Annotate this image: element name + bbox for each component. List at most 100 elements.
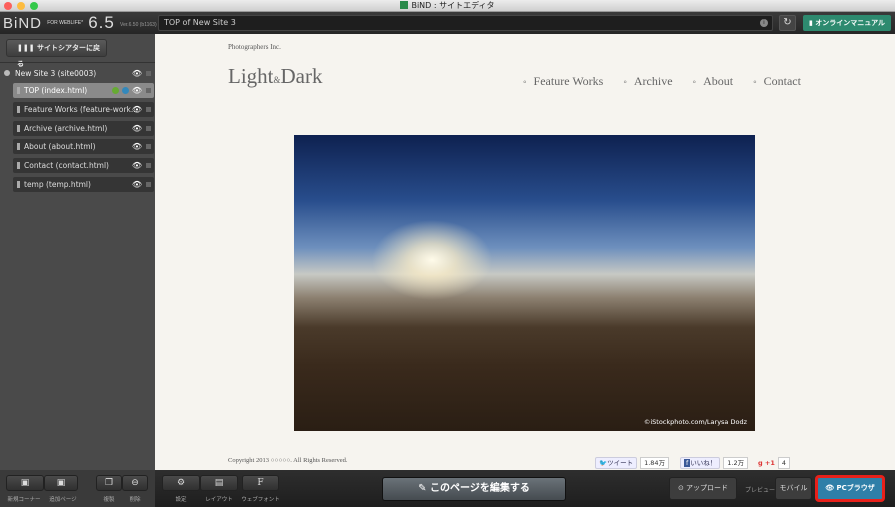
close-button[interactable] [4, 2, 12, 10]
checkbox[interactable] [146, 144, 151, 149]
gplus-widget[interactable]: g +1 4 [758, 457, 791, 469]
layout-icon: ▤ [214, 478, 224, 488]
eye-icon[interactable]: 👁 [132, 177, 142, 192]
window-title: BiND : サイトエディタ [411, 1, 495, 10]
info-icon[interactable]: i [760, 19, 768, 27]
gplus-button[interactable]: g +1 [758, 459, 775, 467]
duplicate-label: 複製 [103, 497, 115, 503]
divider [0, 62, 155, 63]
upload-label: アップロード [686, 484, 729, 492]
layout-label: レイアウト [205, 497, 233, 503]
like-label: いいね！ [690, 459, 717, 467]
like-widget[interactable]: f いいね！ 1.2万 [680, 457, 749, 469]
new-corner-icon: ▣ [20, 478, 30, 488]
page-item[interactable]: Feature Works (feature-work... 👁 [13, 102, 154, 117]
page-title-field[interactable]: TOP of New Site 3 i [158, 15, 773, 31]
font-icon: F [257, 478, 264, 488]
eye-icon[interactable]: 👁 [132, 102, 142, 117]
page-item[interactable]: About (about.html) 👁 [13, 139, 154, 154]
settings-button[interactable]: ⚙ [162, 475, 200, 491]
page-icon [17, 106, 20, 113]
copyright: Copyright 2013 ○○○○○. All Rights Reserve… [228, 457, 348, 464]
page-item[interactable]: Archive (archive.html) 👁 [13, 121, 154, 136]
eye-icon: 👁 [825, 484, 837, 492]
edit-page-label: このページを編集する [430, 483, 530, 494]
page-title-text: TOP of New Site 3 [164, 18, 236, 27]
title-bar: BiND : サイトエディタ [0, 0, 895, 12]
eye-icon[interactable]: 👁 [132, 139, 142, 154]
site-logo[interactable]: Light&Dark [228, 64, 323, 89]
checkbox[interactable] [146, 126, 151, 131]
eye-icon[interactable]: 👁 [132, 121, 142, 136]
site-label: New Site 3 (site0003) [15, 69, 97, 78]
page-label: temp (temp.html) [24, 180, 91, 189]
mobile-label: モバイル [779, 484, 808, 492]
status-green-icon [112, 87, 119, 94]
nav-contact[interactable]: Contact [753, 74, 801, 89]
back-to-site-theater-button[interactable]: ❚❚❚ サイトシアターに戻る [6, 39, 107, 68]
nav-feature-works[interactable]: Feature Works [523, 74, 604, 89]
hero-image: ©iStockphoto.com/Larysa Dodz [294, 135, 755, 431]
page-item[interactable]: Contact (contact.html) 👁 [13, 158, 154, 173]
toolbar: BiND FOR WEBLIFE* 6.5 Ver.6.50 (b1163) T… [0, 12, 895, 34]
pc-browser-preview-button[interactable]: 👁 PCブラウザ [815, 475, 885, 502]
page-item[interactable]: TOP (index.html) 👁 [13, 83, 154, 98]
site-dot-icon [4, 70, 10, 76]
minimize-button[interactable] [17, 2, 25, 10]
eye-icon[interactable]: 👁 [132, 158, 142, 173]
edit-icon: ✎ [418, 483, 431, 494]
eye-icon[interactable]: 👁 [132, 68, 142, 80]
delete-button[interactable]: ⊖ [122, 475, 148, 491]
logo-amp: & [273, 75, 281, 85]
gplus-icon: g [758, 459, 763, 467]
eye-icon[interactable]: 👁 [132, 83, 142, 98]
logo-sub: FOR WEBLIFE* [47, 20, 84, 26]
webfont-label: ウェブフォント [241, 497, 280, 503]
online-manual-button[interactable]: ▮ オンラインマニュアル [803, 15, 891, 31]
pc-browser-label: PCブラウザ [836, 484, 875, 492]
version: 6.5 [88, 13, 115, 32]
logo-text: BiND [3, 15, 43, 32]
add-page-label: 追加ページ [49, 497, 77, 503]
site-nav: Feature Works Archive About Contact [523, 74, 801, 89]
page-item[interactable]: temp (temp.html) 👁 [13, 177, 154, 192]
nav-about[interactable]: About [693, 74, 733, 89]
site-item[interactable]: New Site 3 (site0003) 👁 [4, 68, 154, 80]
duplicate-button[interactable]: ❐ [96, 475, 122, 491]
checkbox[interactable] [146, 71, 151, 76]
tweet-widget[interactable]: 🐦ツイート 1.84万 [595, 457, 670, 469]
checkbox[interactable] [146, 163, 151, 168]
add-page-button[interactable]: ▣ [44, 475, 78, 491]
reload-button[interactable]: ↻ [779, 15, 796, 31]
logo: BiND FOR WEBLIFE* 6.5 Ver.6.50 (b1163) [3, 13, 157, 33]
photo-credit: ©iStockphoto.com/Larysa Dodz [643, 418, 747, 426]
zoom-button[interactable] [30, 2, 38, 10]
edit-page-button[interactable]: ✎ このページを編集する [382, 477, 566, 501]
tweet-button[interactable]: 🐦ツイート [595, 457, 638, 469]
nav-archive[interactable]: Archive [623, 74, 673, 89]
delete-label: 削除 [129, 497, 141, 503]
layout-button[interactable]: ▤ [200, 475, 238, 491]
columns-icon: ❚❚❚ [17, 44, 38, 52]
upload-button[interactable]: ⊙ アップロード [669, 477, 737, 500]
page-label: Feature Works (feature-work... [24, 105, 139, 114]
checkbox[interactable] [146, 88, 151, 93]
minus-circle-icon: ⊖ [131, 478, 139, 488]
tweet-label: ツイート [607, 459, 634, 467]
mobile-preview-button[interactable]: モバイル [775, 477, 812, 500]
settings-label: 設定 [175, 497, 187, 503]
upload-icon: ⊙ [677, 484, 687, 492]
like-button[interactable]: f いいね！ [680, 457, 721, 469]
webfont-button[interactable]: F [242, 475, 279, 491]
page-icon [17, 125, 20, 132]
new-corner-button[interactable]: ▣ [6, 475, 44, 491]
page-label: Contact (contact.html) [24, 161, 109, 170]
checkbox[interactable] [146, 182, 151, 187]
duplicate-icon: ❐ [104, 478, 114, 488]
page-icon [17, 87, 20, 94]
checkbox[interactable] [146, 107, 151, 112]
preview-label: プレビュー [745, 487, 776, 494]
status-blue-icon [122, 87, 129, 94]
reload-icon: ↻ [783, 17, 792, 28]
page-icon [17, 162, 20, 169]
